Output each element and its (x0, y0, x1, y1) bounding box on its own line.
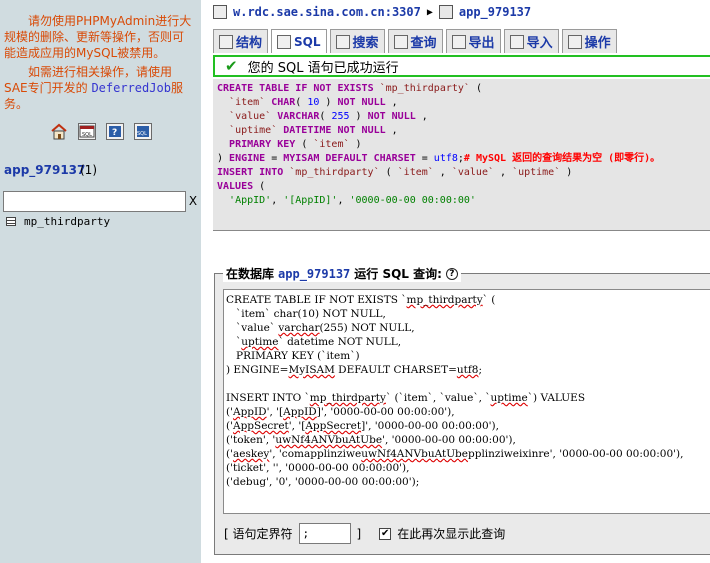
sidebar-warning-phpmyadmin: 请勿使用PHPMyAdmin进行大规模的删除、更新等操作，否则可能造成应用的My… (4, 13, 194, 61)
import-icon (509, 34, 524, 49)
tab-import[interactable]: 导入 (503, 29, 559, 53)
sql-query-panel: 在数据库 app_979137 运行 SQL 查询: ? CREATE TABL… (214, 265, 710, 555)
legend-suffix: 运行 SQL 查询: (354, 267, 442, 281)
breadcrumb-server[interactable]: w.rdc.sae.sina.com.cn:3307 (233, 5, 421, 19)
sidebar-table-item[interactable]: mp_thirdparty (6, 215, 110, 228)
help-icon[interactable]: ? (106, 123, 124, 140)
table-filter-input[interactable] (3, 191, 186, 212)
show-again-checkbox[interactable]: ✔ (379, 527, 392, 540)
home-icon[interactable] (50, 123, 68, 140)
server-icon (213, 5, 227, 19)
tab-bar: 结构 SQL 搜索 查询 导出 导入 操作 (213, 29, 617, 53)
tab-structure[interactable]: 结构 (213, 29, 269, 53)
tab-label: 查询 (410, 36, 437, 51)
sidebar-table-name[interactable]: mp_thirdparty (24, 215, 110, 228)
svg-text:SQL: SQL (137, 131, 147, 137)
breadcrumb-database[interactable]: app_979137 (459, 5, 531, 19)
tab-export[interactable]: 导出 (445, 29, 501, 53)
table-icon (6, 217, 16, 226)
sidebar-database-table-count: (1) (80, 163, 97, 177)
sql-icon[interactable]: SQL (78, 123, 96, 140)
database-icon (438, 5, 453, 19)
svg-text:?: ? (112, 128, 117, 138)
sidebar: 请勿使用PHPMyAdmin进行大规模的删除、更新等操作，否则可能造成应用的My… (0, 0, 201, 563)
legend-prefix: 在数据库 (226, 267, 275, 281)
clear-filter-button[interactable]: X (186, 192, 200, 211)
operations-icon (567, 34, 582, 49)
deferredjob-link[interactable]: DeferredJob (91, 81, 170, 95)
sql-query-legend: 在数据库 app_979137 运行 SQL 查询: ? (223, 265, 461, 282)
executed-sql-box: CREATE TABLE IF NOT EXISTS `mp_thirdpart… (213, 79, 710, 231)
show-again-label: 在此再次显示此查询 (397, 527, 506, 541)
checkmark-icon: ✔ (225, 57, 238, 75)
tab-label: SQL (294, 34, 321, 49)
sql-query-textarea[interactable]: CREATE TABLE IF NOT EXISTS `mp_thirdpart… (223, 289, 710, 514)
tab-query[interactable]: 查询 (387, 29, 443, 53)
sql-icon (277, 34, 292, 49)
sidebar-warning-text: 请勿使用PHPMyAdmin进行大规模的删除、更新等操作，否则可能造成应用的My… (4, 14, 192, 60)
tab-search[interactable]: 搜索 (329, 29, 385, 53)
sidebar-warning-deferredjob: 如需进行相关操作，请使用SAE专门开发的 DeferredJob服务。 (4, 64, 194, 112)
delimiter-input[interactable] (298, 523, 351, 544)
breadcrumb-arrow-icon: ▶ (426, 6, 433, 18)
executed-sql-code: CREATE TABLE IF NOT EXISTS `mp_thirdpart… (217, 83, 661, 206)
sidebar-icon-bar: SQL ? SQL (50, 123, 152, 140)
main-panel: w.rdc.sae.sina.com.cn:3307 ▶ app_979137 … (201, 0, 710, 563)
sidebar-database-link[interactable]: app_979137 (4, 163, 85, 177)
query-icon (393, 34, 408, 49)
search-icon (335, 34, 350, 49)
tab-label: 导入 (526, 36, 553, 51)
tab-label: 搜索 (352, 36, 379, 51)
delimiter-label: [ 语句定界符 (224, 527, 293, 541)
svg-text:SQL: SQL (82, 132, 92, 138)
structure-icon (219, 34, 233, 49)
export-icon (451, 34, 466, 49)
success-message: ✔ 您的 SQL 语句已成功运行 (213, 55, 710, 77)
tab-label: 操作 (584, 36, 611, 51)
tab-label: 结构 (236, 36, 263, 51)
sql-docs-icon[interactable]: SQL (134, 123, 152, 140)
tab-label: 导出 (468, 36, 495, 51)
legend-database-link[interactable]: app_979137 (278, 267, 350, 281)
help-icon[interactable]: ? (445, 267, 458, 280)
delimiter-row: [ 语句定界符 ] ✔ 在此再次显示此查询 (224, 523, 505, 544)
success-message-text: 您的 SQL 语句已成功运行 (247, 60, 399, 76)
tab-sql[interactable]: SQL (271, 29, 327, 53)
tab-operations[interactable]: 操作 (561, 29, 617, 53)
delimiter-label-close: ] (356, 526, 362, 541)
breadcrumb: w.rdc.sae.sina.com.cn:3307 ▶ app_979137 (213, 5, 531, 19)
